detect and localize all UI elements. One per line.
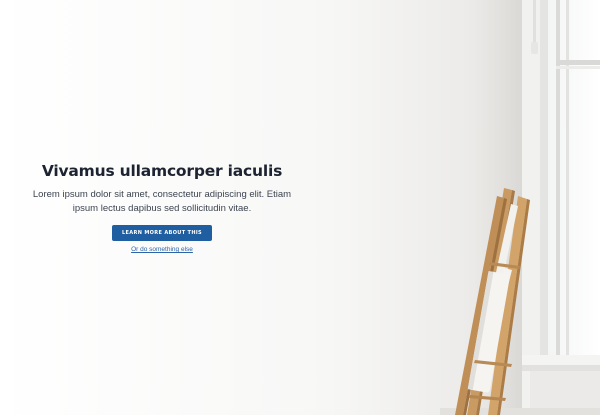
learn-more-button[interactable]: Learn more about this [111, 225, 213, 241]
hero-section: Vivamus ullamcorper iaculis Lorem ipsum … [22, 160, 302, 253]
hero-description: Lorem ipsum dolor sit amet, consectetur … [32, 189, 292, 214]
secondary-link[interactable]: Or do something else [22, 246, 302, 253]
hero-title: Vivamus ullamcorper iaculis [41, 162, 283, 180]
